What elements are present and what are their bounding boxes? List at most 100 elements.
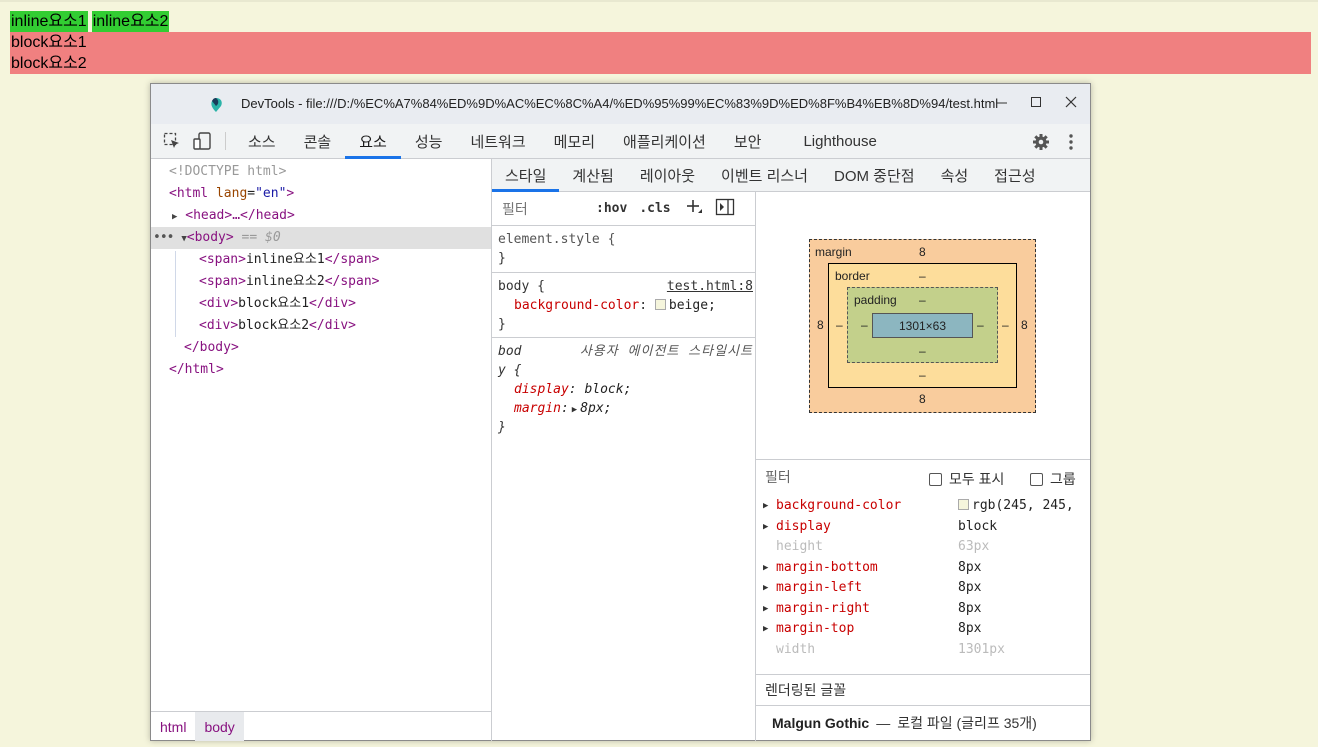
subtab-layout[interactable]: 레이아웃: [627, 159, 708, 191]
breadcrumb-html[interactable]: html: [151, 712, 195, 741]
user-agent-rule[interactable]: bod 사용자 에이전트 스타일시트 y { display: block; m…: [492, 338, 756, 438]
settings-button[interactable]: [1026, 133, 1056, 151]
computed-prop-margin-right[interactable]: ▶ margin-right 8px: [756, 599, 1090, 619]
color-swatch[interactable]: [958, 499, 969, 510]
margin-top-value[interactable]: 8: [919, 245, 926, 259]
computed-prop-display[interactable]: ▶ display block: [756, 517, 1090, 537]
font-dash: —: [876, 715, 891, 731]
computed-prop-margin-bottom[interactable]: ▶ margin-bottom 8px: [756, 558, 1090, 578]
expand-triangle-icon[interactable]: ▶: [572, 405, 577, 415]
padding-bottom-value[interactable]: –: [919, 344, 926, 358]
block-div-2: block요소2: [10, 53, 1311, 74]
tab-sources[interactable]: 소스: [234, 124, 290, 158]
subtab-event-listeners[interactable]: 이벤트 리스너: [708, 159, 821, 191]
sidebar-tabbar: 스타일 계산됨 레이아웃 이벤트 리스너 DOM 중단점 속성 접근성: [492, 159, 1090, 192]
expand-triangle-icon[interactable]: ▶: [763, 517, 768, 537]
subtab-styles[interactable]: 스타일: [492, 159, 560, 192]
computed-prop-width[interactable]: width 1301px: [756, 640, 1090, 660]
subtab-dom-breakpoints[interactable]: DOM 중단점: [821, 159, 928, 191]
body-style-rule[interactable]: body { test.html:8 background-color: bei…: [492, 273, 756, 338]
margin-left-value[interactable]: 8: [817, 318, 824, 332]
subtab-properties[interactable]: 속성: [928, 159, 982, 191]
border-top-value[interactable]: –: [919, 269, 926, 283]
subtab-computed[interactable]: 계산됨: [559, 159, 626, 191]
group-checkbox-box[interactable]: [1030, 473, 1043, 486]
tab-performance[interactable]: 성능: [401, 124, 457, 158]
more-options-button[interactable]: [1056, 133, 1086, 151]
expand-triangle-icon[interactable]: ▶: [763, 496, 768, 516]
computed-prop-name: height: [776, 539, 823, 554]
element-style-rule[interactable]: element.style { }: [492, 226, 756, 273]
tab-security[interactable]: 보안: [720, 124, 776, 158]
computed-prop-background-color[interactable]: ▶ background-color rgb(245, 245,: [756, 496, 1090, 516]
expand-triangle-icon[interactable]: ▶: [172, 212, 177, 222]
subtab-accessibility[interactable]: 접근성: [981, 159, 1048, 191]
computed-prop-margin-top[interactable]: ▶ margin-top 8px: [756, 619, 1090, 639]
margin-right-value[interactable]: 8: [1021, 318, 1028, 332]
dom-doctype[interactable]: <!DOCTYPE html>: [151, 161, 491, 183]
padding-right-value[interactable]: –: [977, 318, 984, 332]
dom-child-4[interactable]: <div>block요소2</div>: [151, 315, 491, 337]
dom-child-1[interactable]: <span>inline요소1</span>: [151, 249, 491, 271]
border-bottom-value[interactable]: –: [919, 368, 926, 382]
padding-top-value[interactable]: –: [919, 293, 926, 307]
dom-body-selected[interactable]: ••• ▼<body> == $0: [151, 227, 491, 249]
dom-html-close[interactable]: </html>: [151, 359, 491, 381]
tab-network[interactable]: 네트워크: [456, 124, 539, 158]
expand-triangle-icon[interactable]: ▶: [763, 578, 768, 598]
new-style-rule-button[interactable]: [685, 198, 703, 219]
tab-console[interactable]: 콘솔: [290, 124, 346, 158]
minimize-button[interactable]: [988, 90, 1016, 114]
dom-body-close[interactable]: </body>: [151, 337, 491, 359]
rendered-page: inline요소1 inline요소2 block요소1 block요소2: [10, 11, 1311, 74]
dom-head-collapsed[interactable]: ▶ <head>…</head>: [151, 205, 491, 227]
device-toggle-icon: [193, 132, 211, 150]
cls-button[interactable]: .cls: [639, 201, 670, 216]
hov-button[interactable]: :hov: [596, 201, 627, 216]
border-left-value[interactable]: –: [836, 318, 843, 332]
padding-left-value[interactable]: –: [861, 318, 868, 332]
toggle-sidebar-button[interactable]: [715, 198, 735, 219]
styles-filter-input[interactable]: [498, 196, 584, 221]
group-checkbox[interactable]: 그룹: [1030, 469, 1076, 489]
computed-prop-height[interactable]: height 63px: [756, 537, 1090, 557]
computed-prop-name: background-color: [776, 498, 902, 513]
expand-triangle-icon[interactable]: ▶: [763, 558, 768, 578]
device-toolbar-button[interactable]: [187, 124, 217, 158]
box-content[interactable]: 1301×63: [872, 313, 973, 338]
child-3-close-tag: div: [324, 296, 349, 311]
close-button[interactable]: [1057, 90, 1085, 114]
dom-html-open[interactable]: <html lang="en">: [151, 183, 491, 205]
color-swatch[interactable]: [654, 299, 666, 310]
inspect-element-button[interactable]: [157, 124, 187, 158]
show-all-checkbox[interactable]: 모두 표시: [929, 469, 1004, 489]
ua-margin-prop: margin: [514, 401, 561, 416]
tab-application[interactable]: 애플리케이션: [609, 124, 720, 158]
font-name: Malgun Gothic: [772, 715, 870, 731]
body-source-link[interactable]: test.html:8: [667, 277, 753, 296]
selected-marker: == $0: [241, 230, 281, 245]
margin-bottom-value[interactable]: 8: [919, 392, 926, 406]
border-right-value[interactable]: –: [1002, 318, 1009, 332]
computed-filter-input[interactable]: 필터: [765, 467, 791, 487]
bg-prop-value[interactable]: beige;: [669, 298, 716, 313]
computed-prop-value: 8px: [958, 601, 982, 616]
main-tabbar-actions: [1013, 124, 1090, 159]
rendered-fonts-heading: 렌더링된 글꼴: [756, 674, 1090, 706]
breadcrumb-body[interactable]: body: [195, 712, 244, 741]
dom-child-3[interactable]: <div>block요소1</div>: [151, 293, 491, 315]
devtools-titlebar[interactable]: DevTools - file:///D:/%EC%A7%84%ED%9D%AC…: [151, 84, 1090, 124]
font-detail: 로컬 파일 (글리프 35개): [897, 715, 1037, 731]
tab-memory[interactable]: 메모리: [540, 124, 609, 158]
dom-child-2[interactable]: <span>inline요소2</span>: [151, 271, 491, 293]
devtools-panes: <!DOCTYPE html> <html lang="en"> ▶ <head…: [151, 159, 1090, 741]
ellipsis-menu-icon[interactable]: •••: [153, 230, 175, 245]
show-all-checkbox-box[interactable]: [929, 473, 942, 486]
bg-prop-name[interactable]: background-color: [514, 298, 639, 313]
tab-lighthouse[interactable]: Lighthouse: [775, 124, 890, 158]
tab-elements[interactable]: 요소: [345, 124, 401, 159]
computed-prop-margin-left[interactable]: ▶ margin-left 8px: [756, 578, 1090, 598]
expand-triangle-icon[interactable]: ▶: [763, 619, 768, 639]
expand-triangle-icon[interactable]: ▶: [763, 599, 768, 619]
maximize-button[interactable]: [1022, 90, 1050, 114]
